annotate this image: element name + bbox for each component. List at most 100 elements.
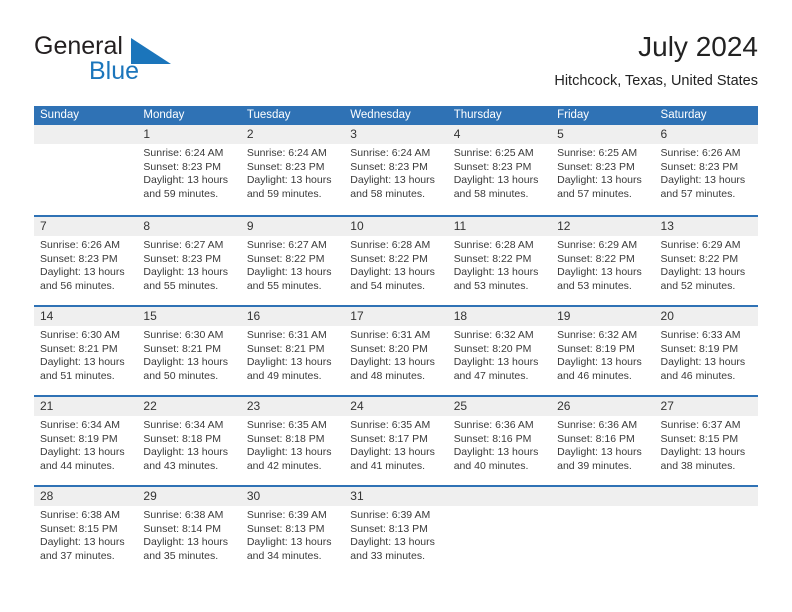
day-cell[interactable]: 17 Sunrise: 6:31 AM Sunset: 8:20 PM Dayligh… bbox=[344, 307, 447, 395]
day-detail-line: Sunrise: 6:32 AM bbox=[453, 329, 534, 341]
day-detail-line: Sunset: 8:18 PM bbox=[143, 432, 222, 445]
day-cell[interactable]: 6 Sunrise: 6:26 AM Sunset: 8:23 PM Daylight… bbox=[655, 125, 758, 215]
day-number: 9 bbox=[246, 219, 254, 233]
day-detail-line: and 40 minutes. bbox=[453, 459, 529, 472]
day-cell[interactable]: 4 Sunrise: 6:25 AM Sunset: 8:23 PM Daylight… bbox=[448, 125, 551, 215]
day-cell[interactable]: 10 Sunrise: 6:28 AM Sunset: 8:22 PM Dayligh… bbox=[344, 217, 447, 305]
day-cell[interactable]: 19 Sunrise: 6:32 AM Sunset: 8:19 PM Dayligh… bbox=[551, 307, 654, 395]
day-cell[interactable]: 27 Sunrise: 6:37 AM Sunset: 8:15 PM Dayligh… bbox=[655, 397, 758, 485]
day-cell[interactable]: 1 Sunrise: 6:24 AM Sunset: 8:23 PM Daylight… bbox=[137, 125, 240, 215]
day-details: Sunrise: 6:26 AM Sunset: 8:23 PM Daylight:… bbox=[661, 147, 752, 201]
day-cell[interactable]: 14 Sunrise: 6:30 AM Sunset: 8:21 PM Dayligh… bbox=[34, 307, 137, 395]
day-cell[interactable]: 13 Sunrise: 6:29 AM Sunset: 8:22 PM Dayligh… bbox=[655, 217, 758, 305]
day-detail-line: Daylight: 13 hours bbox=[350, 446, 435, 459]
day-detail-line: and 58 minutes. bbox=[453, 187, 529, 200]
day-cell[interactable]: 15 Sunrise: 6:30 AM Sunset: 8:21 PM Dayligh… bbox=[137, 307, 240, 395]
day-cell[interactable]: 22 Sunrise: 6:34 AM Sunset: 8:18 PM Dayligh… bbox=[137, 397, 240, 485]
day-detail-line: Sunrise: 6:24 AM bbox=[143, 147, 224, 159]
day-number: 27 bbox=[660, 399, 674, 413]
day-cell[interactable]: 2 Sunrise: 6:24 AM Sunset: 8:23 PM Daylight… bbox=[241, 125, 344, 215]
day-detail-line: and 54 minutes. bbox=[350, 279, 425, 292]
day-cell[interactable]: 11 Sunrise: 6:28 AM Sunset: 8:22 PM Dayligh… bbox=[448, 217, 551, 305]
day-details: Sunrise: 6:29 AM Sunset: 8:22 PM Daylight:… bbox=[557, 239, 648, 293]
day-cell[interactable]: 8 Sunrise: 6:27 AM Sunset: 8:23 PM Daylight… bbox=[137, 217, 240, 305]
calendar-week-row: 28 Sunrise: 6:38 AM Sunset: 8:15 PM Dayligh… bbox=[34, 485, 758, 575]
day-detail-line: Daylight: 13 hours bbox=[40, 536, 125, 549]
day-detail-line: Sunset: 8:16 PM bbox=[453, 432, 532, 445]
day-detail-line: Sunset: 8:13 PM bbox=[350, 522, 428, 535]
day-detail-line: Sunrise: 6:35 AM bbox=[246, 419, 327, 431]
day-number: 24 bbox=[350, 399, 364, 413]
day-number: 15 bbox=[143, 309, 157, 323]
day-number: 26 bbox=[557, 399, 571, 413]
day-details: Sunrise: 6:29 AM Sunset: 8:22 PM Daylight:… bbox=[661, 239, 752, 293]
day-detail-line: Sunset: 8:14 PM bbox=[143, 522, 222, 535]
day-cell[interactable]: 5 Sunrise: 6:25 AM Sunset: 8:23 PM Daylight… bbox=[551, 125, 654, 215]
day-cell[interactable]: 28 Sunrise: 6:38 AM Sunset: 8:15 PM Dayligh… bbox=[34, 487, 137, 575]
weekday-header-wednesday: Wednesday bbox=[350, 109, 411, 121]
day-detail-line: Sunset: 8:19 PM bbox=[557, 342, 635, 355]
day-number: 13 bbox=[660, 219, 674, 233]
day-cell-empty bbox=[655, 487, 758, 575]
day-details: Sunrise: 6:30 AM Sunset: 8:21 PM Daylight:… bbox=[40, 329, 131, 383]
day-cell[interactable]: 31 Sunrise: 6:39 AM Sunset: 8:13 PM Dayligh… bbox=[344, 487, 447, 575]
day-number: 20 bbox=[660, 309, 674, 323]
weekday-header-friday: Friday bbox=[557, 109, 590, 121]
day-detail-line: and 53 minutes. bbox=[557, 279, 632, 292]
day-detail-line: and 55 minutes. bbox=[143, 279, 219, 292]
day-detail-line: and 53 minutes. bbox=[453, 279, 529, 292]
day-cell[interactable]: 9 Sunrise: 6:27 AM Sunset: 8:22 PM Daylight… bbox=[241, 217, 344, 305]
day-detail-line: Sunrise: 6:27 AM bbox=[143, 239, 224, 251]
day-details: Sunrise: 6:27 AM Sunset: 8:23 PM Daylight:… bbox=[143, 239, 234, 293]
day-details: Sunrise: 6:37 AM Sunset: 8:15 PM Daylight:… bbox=[661, 419, 752, 473]
day-detail-line: Sunrise: 6:26 AM bbox=[40, 239, 120, 251]
day-cell[interactable]: 25 Sunrise: 6:36 AM Sunset: 8:16 PM Dayligh… bbox=[448, 397, 551, 485]
day-detail-line: Sunset: 8:19 PM bbox=[40, 432, 118, 445]
day-detail-line: Sunrise: 6:26 AM bbox=[660, 147, 741, 159]
day-detail-line: Sunset: 8:15 PM bbox=[40, 522, 118, 535]
day-cell[interactable]: 20 Sunrise: 6:33 AM Sunset: 8:19 PM Dayligh… bbox=[655, 307, 758, 395]
day-cell[interactable]: 30 Sunrise: 6:39 AM Sunset: 8:13 PM Dayligh… bbox=[241, 487, 344, 575]
day-number: 31 bbox=[350, 489, 364, 503]
weekday-header-monday: Monday bbox=[143, 109, 185, 121]
day-details: Sunrise: 6:33 AM Sunset: 8:19 PM Daylight:… bbox=[661, 329, 752, 383]
day-detail-line: Daylight: 13 hours bbox=[453, 446, 539, 459]
day-detail-line: Sunset: 8:20 PM bbox=[350, 342, 428, 355]
calendar-grid: Sunday Monday Tuesday Wednesday Thursday… bbox=[34, 106, 758, 575]
day-number: 12 bbox=[557, 219, 571, 233]
day-cell[interactable]: 12 Sunrise: 6:29 AM Sunset: 8:22 PM Dayligh… bbox=[551, 217, 654, 305]
day-detail-line: Daylight: 13 hours bbox=[143, 266, 229, 279]
day-detail-line: and 59 minutes. bbox=[246, 187, 322, 200]
day-detail-line: Sunrise: 6:36 AM bbox=[453, 419, 534, 431]
day-detail-line: Daylight: 13 hours bbox=[557, 356, 642, 369]
day-detail-line: Daylight: 13 hours bbox=[40, 356, 125, 369]
day-number: 6 bbox=[660, 127, 668, 141]
day-detail-line: and 50 minutes. bbox=[143, 369, 219, 382]
day-cell[interactable]: 24 Sunrise: 6:35 AM Sunset: 8:17 PM Dayligh… bbox=[344, 397, 447, 485]
day-number: 21 bbox=[40, 399, 54, 413]
day-details: Sunrise: 6:39 AM Sunset: 8:13 PM Daylight:… bbox=[350, 509, 441, 563]
day-cell[interactable]: 21 Sunrise: 6:34 AM Sunset: 8:19 PM Dayligh… bbox=[34, 397, 137, 485]
day-cell[interactable]: 7 Sunrise: 6:26 AM Sunset: 8:23 PM Daylight… bbox=[34, 217, 137, 305]
day-details: Sunrise: 6:36 AM Sunset: 8:16 PM Daylight:… bbox=[557, 419, 648, 473]
day-cell[interactable]: 26 Sunrise: 6:36 AM Sunset: 8:16 PM Dayligh… bbox=[551, 397, 654, 485]
day-detail-line: Sunset: 8:22 PM bbox=[660, 252, 739, 265]
day-detail-line: and 49 minutes. bbox=[246, 369, 322, 382]
day-cell[interactable]: 29 Sunrise: 6:38 AM Sunset: 8:14 PM Dayligh… bbox=[137, 487, 240, 575]
day-detail-line: and 43 minutes. bbox=[143, 459, 219, 472]
day-detail-line: Sunset: 8:23 PM bbox=[40, 252, 118, 265]
day-detail-line: Sunrise: 6:32 AM bbox=[557, 329, 638, 341]
day-detail-line: Sunrise: 6:33 AM bbox=[660, 329, 741, 341]
day-cell[interactable]: 16 Sunrise: 6:31 AM Sunset: 8:21 PM Dayligh… bbox=[241, 307, 344, 395]
day-details: Sunrise: 6:24 AM Sunset: 8:23 PM Daylight:… bbox=[143, 147, 234, 201]
day-cell[interactable]: 18 Sunrise: 6:32 AM Sunset: 8:20 PM Dayligh… bbox=[448, 307, 551, 395]
title-block: July 2024 Hitchcock, Texas, United State… bbox=[554, 30, 758, 90]
day-detail-line: Sunset: 8:15 PM bbox=[660, 432, 739, 445]
day-details: Sunrise: 6:32 AM Sunset: 8:20 PM Daylight:… bbox=[454, 329, 545, 383]
day-detail-line: Daylight: 13 hours bbox=[660, 356, 746, 369]
day-number: 25 bbox=[453, 399, 468, 413]
day-number: 1 bbox=[143, 127, 151, 141]
day-cell[interactable]: 3 Sunrise: 6:24 AM Sunset: 8:23 PM Daylight… bbox=[344, 125, 447, 215]
day-cell[interactable]: 23 Sunrise: 6:35 AM Sunset: 8:18 PM Dayligh… bbox=[241, 397, 344, 485]
weekday-header-row: Sunday Monday Tuesday Wednesday Thursday… bbox=[34, 106, 758, 125]
